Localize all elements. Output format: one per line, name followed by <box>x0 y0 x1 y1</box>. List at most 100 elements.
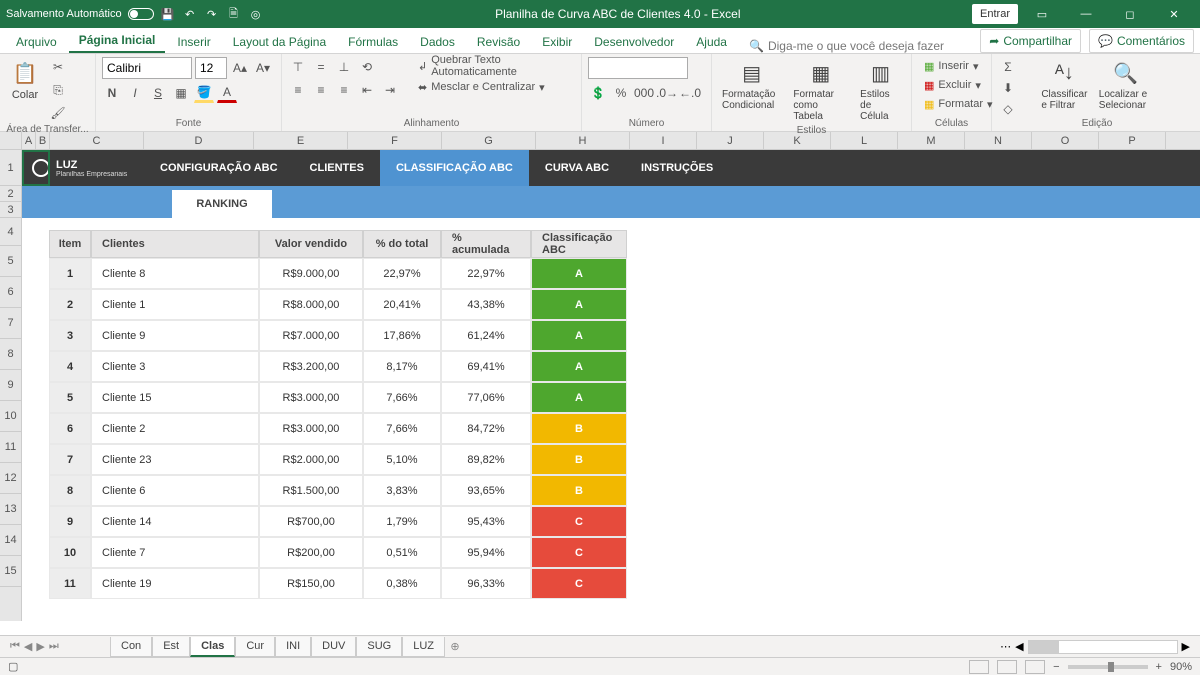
cell-acc[interactable]: 95,43% <box>441 506 531 537</box>
cell-cliente[interactable]: Cliente 2 <box>91 413 259 444</box>
cell-cliente[interactable]: Cliente 7 <box>91 537 259 568</box>
cell-item[interactable]: 3 <box>49 320 91 351</box>
row-header[interactable]: 7 <box>0 308 21 339</box>
cell-acc[interactable]: 77,06% <box>441 382 531 413</box>
maximize-icon[interactable]: ◻ <box>1110 4 1150 24</box>
sheet-tab[interactable]: DUV <box>311 637 356 657</box>
cell-pct[interactable]: 5,10% <box>363 444 441 475</box>
tab-home[interactable]: Página Inicial <box>69 29 166 53</box>
format-painter-icon[interactable]: 🖌 <box>48 103 68 123</box>
clear-icon[interactable]: ◇ <box>998 99 1018 119</box>
autosum-icon[interactable]: Σ <box>998 57 1018 77</box>
cell-acc[interactable]: 96,33% <box>441 568 531 599</box>
percent-icon[interactable]: % <box>611 83 631 103</box>
tab-help[interactable]: Ajuda <box>686 31 737 53</box>
tell-me[interactable]: 🔍Diga-me o que você deseja fazer <box>739 39 954 53</box>
cell-item[interactable]: 6 <box>49 413 91 444</box>
cell-item[interactable]: 5 <box>49 382 91 413</box>
cell-valor[interactable]: R$9.000,00 <box>259 258 363 289</box>
wrap-text-button[interactable]: ↲Quebrar Texto Automaticamente <box>412 57 575 75</box>
decrease-decimal-icon[interactable]: ←.0 <box>680 83 700 103</box>
zoom-in-icon[interactable]: + <box>1156 661 1162 673</box>
cell-pct[interactable]: 8,17% <box>363 351 441 382</box>
cell-valor[interactable]: R$150,00 <box>259 568 363 599</box>
tab-formulas[interactable]: Fórmulas <box>338 31 408 53</box>
tab-layout[interactable]: Layout da Página <box>223 31 336 53</box>
cell-class[interactable]: A <box>531 351 627 382</box>
view-pagebreak-icon[interactable] <box>1025 660 1045 674</box>
cell-item[interactable]: 7 <box>49 444 91 475</box>
font-name-select[interactable] <box>102 57 192 79</box>
tab-data[interactable]: Dados <box>410 31 465 53</box>
row-header[interactable]: 11 <box>0 432 21 463</box>
cell-acc[interactable]: 93,65% <box>441 475 531 506</box>
cell-valor[interactable]: R$700,00 <box>259 506 363 537</box>
cell-pct[interactable]: 1,79% <box>363 506 441 537</box>
align-bottom-icon[interactable]: ⊥ <box>334 57 354 77</box>
col-header[interactable]: E <box>254 132 348 149</box>
nav-curva[interactable]: CURVA ABC <box>529 150 625 186</box>
sheet-tab[interactable]: Con <box>110 637 152 657</box>
cell-class[interactable]: A <box>531 289 627 320</box>
tab-options-icon[interactable]: ⋯ <box>1000 640 1011 653</box>
col-header[interactable]: G <box>442 132 536 149</box>
tab-file[interactable]: Arquivo <box>6 31 67 53</box>
row-header[interactable]: 9 <box>0 370 21 401</box>
format-cells-button[interactable]: ▦Formatar ▾ <box>918 95 999 113</box>
sheet-nav-last-icon[interactable]: ⏭ <box>49 640 59 653</box>
cell-acc[interactable]: 69,41% <box>441 351 531 382</box>
cell-valor[interactable]: R$1.500,00 <box>259 475 363 506</box>
number-format-select[interactable] <box>588 57 688 79</box>
record-macro-icon[interactable]: ▢ <box>8 660 18 673</box>
cell-acc[interactable]: 95,94% <box>441 537 531 568</box>
cut-icon[interactable]: ✂ <box>48 57 68 77</box>
ribbon-display-icon[interactable]: ▭ <box>1022 4 1062 24</box>
sheet-tab[interactable]: SUG <box>356 637 402 657</box>
cell-styles-button[interactable]: ▥Estilos de Célula <box>856 57 905 124</box>
row-header[interactable]: 8 <box>0 339 21 370</box>
cell-valor[interactable]: R$3.200,00 <box>259 351 363 382</box>
row-header[interactable]: 5 <box>0 246 21 277</box>
col-header[interactable]: D <box>144 132 254 149</box>
cell-item[interactable]: 10 <box>49 537 91 568</box>
row-header[interactable]: 6 <box>0 277 21 308</box>
italic-button[interactable]: I <box>125 83 145 103</box>
hscroll-right-icon[interactable]: ▶ <box>1182 640 1190 653</box>
tab-review[interactable]: Revisão <box>467 31 530 53</box>
sheet-tab[interactable]: LUZ <box>402 637 445 657</box>
cell-valor[interactable]: R$8.000,00 <box>259 289 363 320</box>
cell-pct[interactable]: 22,97% <box>363 258 441 289</box>
cell-pct[interactable]: 17,86% <box>363 320 441 351</box>
minimize-icon[interactable]: — <box>1066 4 1106 24</box>
cell-pct[interactable]: 7,66% <box>363 382 441 413</box>
ranking-tab[interactable]: RANKING <box>172 190 272 218</box>
undo-icon[interactable]: ↶ <box>182 6 198 22</box>
horizontal-scrollbar[interactable] <box>1028 640 1178 654</box>
cell-class[interactable]: C <box>531 537 627 568</box>
cell-pct[interactable]: 0,51% <box>363 537 441 568</box>
row-header[interactable]: 3 <box>0 202 21 218</box>
col-header[interactable]: H <box>536 132 630 149</box>
col-header[interactable]: M <box>898 132 965 149</box>
tab-view[interactable]: Exibir <box>532 31 582 53</box>
close-icon[interactable]: ✕ <box>1154 4 1194 24</box>
border-icon[interactable]: ▦ <box>171 83 191 103</box>
sheet-tab[interactable]: INI <box>275 637 311 657</box>
cell-valor[interactable]: R$200,00 <box>259 537 363 568</box>
tab-insert[interactable]: Inserir <box>167 31 220 53</box>
fill-icon[interactable]: ⬇ <box>998 78 1018 98</box>
tab-developer[interactable]: Desenvolvedor <box>584 31 684 53</box>
underline-button[interactable]: S <box>148 83 168 103</box>
increase-font-icon[interactable]: A▴ <box>230 58 250 78</box>
cell-class[interactable]: C <box>531 506 627 537</box>
comma-icon[interactable]: 000 <box>634 83 654 103</box>
cell-acc[interactable]: 84,72% <box>441 413 531 444</box>
share-button[interactable]: ➦Compartilhar <box>980 29 1081 53</box>
sheet-nav-first-icon[interactable]: ⏮ <box>10 640 20 653</box>
delete-cells-button[interactable]: ▦Excluir ▾ <box>918 76 987 94</box>
qat-icon-2[interactable]: ◎ <box>248 6 264 22</box>
cell-pct[interactable]: 20,41% <box>363 289 441 320</box>
cell-acc[interactable]: 43,38% <box>441 289 531 320</box>
cell-cliente[interactable]: Cliente 8 <box>91 258 259 289</box>
conditional-formatting-button[interactable]: ▤Formatação Condicional <box>718 57 785 113</box>
